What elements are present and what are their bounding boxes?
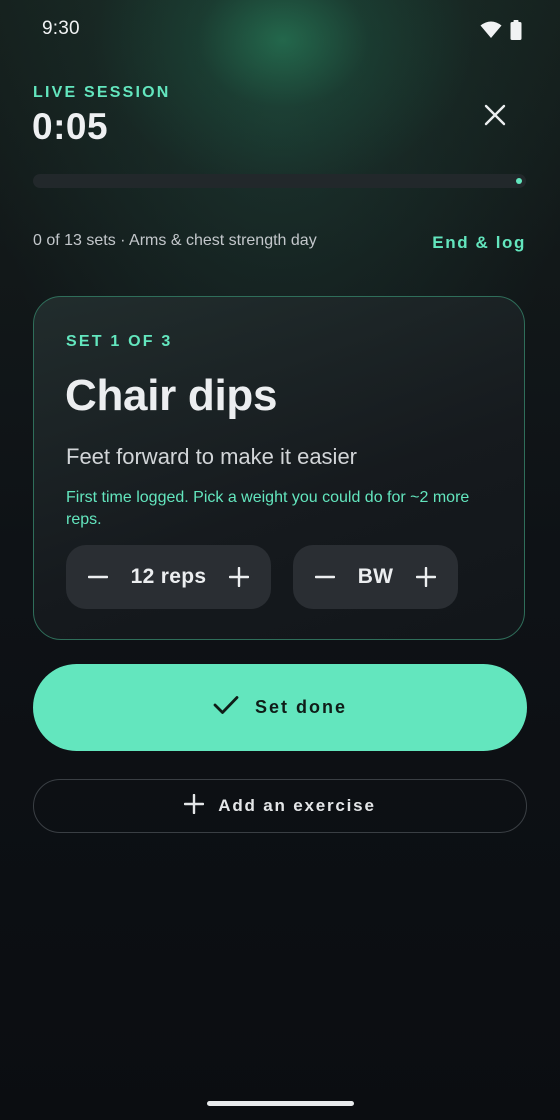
exercise-card: SET 1 OF 3 Chair dips Feet forward to ma… [33,296,525,640]
decrease-weight-button[interactable] [313,565,337,589]
weight-value: BW [357,565,394,588]
reps-value: 12 reps [130,565,207,588]
checkmark-icon [213,695,239,720]
session-progress-bar [33,174,526,188]
increase-weight-button[interactable] [414,565,438,589]
add-exercise-label: Add an exercise [218,796,376,815]
reps-stepper: 12 reps [66,545,271,609]
minus-icon [315,575,335,579]
set-done-label: Set done [254,697,347,717]
minus-icon [88,575,108,579]
live-session-screen: 9:30 LIVE SESSION 0:05 0 of 13 sets · Ar… [0,0,560,1120]
battery-icon [510,20,522,45]
close-icon [484,104,506,131]
first-time-note: First time logged. Pick a weight you cou… [66,489,470,528]
add-exercise-button[interactable]: Add an exercise [33,779,527,833]
plus-icon [184,793,205,819]
status-time: 9:30 [42,18,80,39]
weight-stepper: BW [293,545,458,609]
session-timer: 0:05 [32,106,109,147]
end-and-log-button[interactable]: End & log [432,233,526,253]
live-session-label: LIVE SESSION [33,84,171,101]
close-button[interactable] [478,100,512,134]
set-done-button[interactable]: Set done [33,664,527,751]
progress-indicator [516,178,522,184]
home-indicator[interactable] [207,1101,354,1106]
set-counter: SET 1 OF 3 [66,333,173,350]
plus-icon [416,567,436,587]
sets-progress-text: 0 of 13 sets · Arms & chest strength day [33,232,317,249]
plus-icon [229,567,249,587]
exercise-name: Chair dips [65,371,278,420]
decrease-reps-button[interactable] [86,565,110,589]
wifi-icon [480,21,502,44]
increase-reps-button[interactable] [227,565,251,589]
status-icons [480,20,522,45]
exercise-tip: Feet forward to make it easier [66,444,358,469]
